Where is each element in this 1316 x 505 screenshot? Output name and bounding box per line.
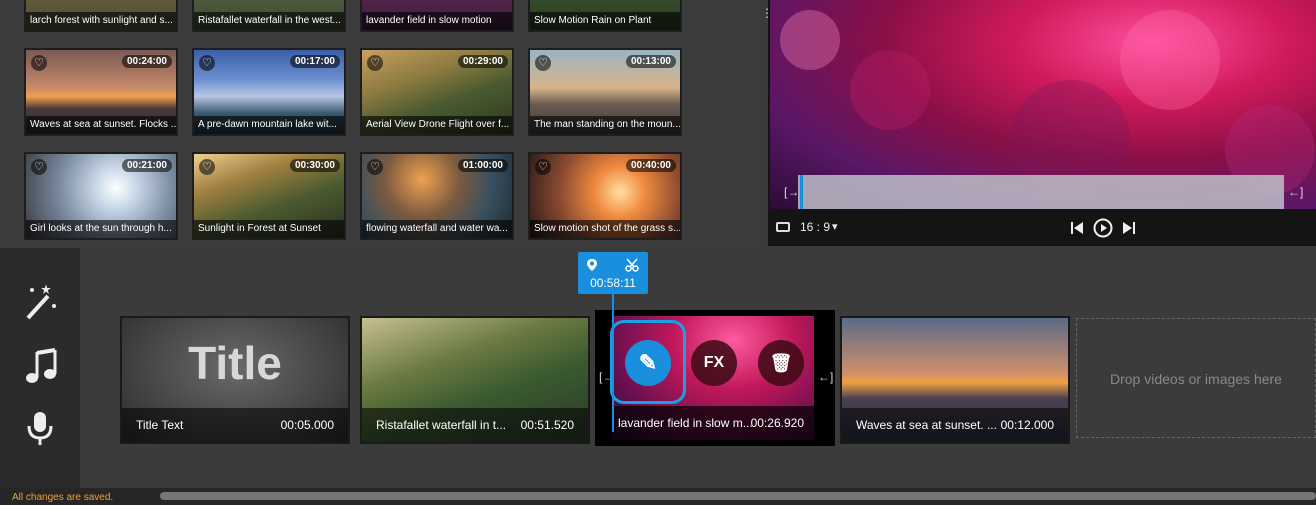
timeline-scrollbar[interactable]: [160, 492, 1316, 500]
clip-name: lavander field in slow m...: [618, 416, 753, 430]
media-caption: The man standing on the moun...: [530, 116, 680, 134]
fx-button[interactable]: FX: [691, 340, 737, 386]
heart-icon[interactable]: ♡: [199, 55, 215, 71]
scrub-cursor[interactable]: [800, 175, 803, 209]
duration-badge: 01:00:00: [457, 159, 508, 172]
clip-duration: 00:26.920: [750, 416, 804, 430]
clip-title-overlay: Title: [188, 337, 282, 389]
trim-end-icon[interactable]: ←]: [1288, 185, 1303, 199]
timeline-clip[interactable]: Title Title Text 00:05.000: [120, 316, 350, 444]
preview-scrubber[interactable]: [798, 175, 1284, 209]
media-thumb[interactable]: ♡ 00:13:00 The man standing on the moun.…: [528, 48, 682, 136]
skip-back-icon[interactable]: [1070, 220, 1084, 236]
chevron-down-icon[interactable]: ▾: [832, 220, 838, 233]
timeline-clip[interactable]: Ristafallet waterfall in t... 00:51.520: [360, 316, 590, 444]
heart-icon[interactable]: ♡: [367, 55, 383, 71]
heart-icon[interactable]: ♡: [535, 159, 551, 175]
duration-badge: 00:40:00: [625, 159, 676, 172]
media-caption: Ristafallet waterfall in the west...: [194, 12, 344, 30]
duration-badge: 00:13:00: [625, 55, 676, 68]
media-thumb[interactable]: ♡ 00:17:00 A pre-dawn mountain lake wit.…: [192, 48, 346, 136]
media-thumb[interactable]: ♡ 00:24:00 Waves at sea at sunset. Flock…: [24, 48, 178, 136]
playhead[interactable]: 00:58:11: [578, 252, 648, 294]
heart-icon[interactable]: ♡: [31, 159, 47, 175]
media-caption: Slow Motion Rain on Plant: [530, 12, 680, 30]
magic-wand-icon[interactable]: [22, 282, 58, 322]
media-caption: Waves at sea at sunset. Flocks ...: [26, 116, 176, 134]
playhead-line[interactable]: [612, 294, 614, 432]
clip-duration: 00:12.000: [1000, 418, 1054, 432]
skip-forward-icon[interactable]: [1122, 220, 1136, 236]
media-thumb[interactable]: ♡ 00:30:00 Sunlight in Forest at Sunset: [192, 152, 346, 240]
media-thumb[interactable]: ♡ 00:40:00 Slow motion shot of the grass…: [528, 152, 682, 240]
media-thumb[interactable]: ♡ 00:29:00 Aerial View Drone Flight over…: [360, 48, 514, 136]
edit-icon[interactable]: ✎: [625, 340, 671, 386]
media-caption: Girl looks at the sun through h...: [26, 220, 176, 238]
media-thumb[interactable]: Slow Motion Rain on Plant: [528, 0, 682, 32]
duration-badge: 00:29:00: [457, 55, 508, 68]
media-caption: lavander field in slow motion: [362, 12, 512, 30]
marker-icon[interactable]: [586, 258, 598, 272]
media-caption: A pre-dawn mountain lake wit...: [194, 116, 344, 134]
media-caption: Aerial View Drone Flight over f...: [362, 116, 512, 134]
heart-icon[interactable]: ♡: [367, 159, 383, 175]
clip-name: Ristafallet waterfall in t...: [376, 418, 507, 432]
duration-badge: 00:30:00: [289, 159, 340, 172]
media-thumb[interactable]: larch forest with sunlight and s...: [24, 0, 178, 32]
play-icon[interactable]: [1093, 218, 1113, 238]
timeline-clip[interactable]: Waves at sea at sunset. ... 00:12.000: [840, 316, 1070, 444]
media-caption: Sunlight in Forest at Sunset: [194, 220, 344, 238]
panel-resize-handle[interactable]: ⋮: [761, 7, 773, 30]
heart-icon[interactable]: ♡: [535, 55, 551, 71]
trim-end-icon[interactable]: ←]: [818, 370, 833, 384]
clip-name: Title Text: [136, 418, 184, 432]
aspect-ratio-icon[interactable]: [776, 222, 790, 232]
music-icon[interactable]: [22, 346, 58, 386]
save-status: All changes are saved.: [12, 492, 114, 503]
media-caption: flowing waterfall and water wa...: [362, 220, 512, 238]
media-library: larch forest with sunlight and s... Rist…: [0, 0, 760, 246]
media-thumb[interactable]: ♡ 01:00:00 flowing waterfall and water w…: [360, 152, 514, 240]
clip-duration: 00:05.000: [280, 418, 334, 432]
video-preview: [→ ←] 16 : 9 ▾: [768, 0, 1316, 246]
trash-icon[interactable]: 🗑: [758, 340, 804, 386]
drop-zone[interactable]: Drop videos or images here: [1076, 318, 1316, 438]
microphone-icon[interactable]: [22, 408, 58, 448]
media-thumb[interactable]: ♡ 00:21:00 Girl looks at the sun through…: [24, 152, 178, 240]
duration-badge: 00:24:00: [121, 55, 172, 68]
heart-icon[interactable]: ♡: [199, 159, 215, 175]
media-caption: larch forest with sunlight and s...: [26, 12, 176, 30]
playhead-time: 00:58:11: [590, 276, 636, 290]
duration-badge: 00:17:00: [289, 55, 340, 68]
media-thumb[interactable]: Ristafallet waterfall in the west...: [192, 0, 346, 32]
aspect-ratio-label[interactable]: 16 : 9: [800, 220, 830, 234]
tool-sidebar: [0, 248, 80, 488]
heart-icon[interactable]: ♡: [31, 55, 47, 71]
duration-badge: 00:21:00: [121, 159, 172, 172]
clip-name: Waves at sea at sunset. ...: [856, 418, 997, 432]
media-caption: Slow motion shot of the grass s...: [530, 220, 680, 238]
media-thumb[interactable]: lavander field in slow motion: [360, 0, 514, 32]
clip-duration: 00:51.520: [520, 418, 574, 432]
scissors-icon[interactable]: [625, 258, 639, 272]
